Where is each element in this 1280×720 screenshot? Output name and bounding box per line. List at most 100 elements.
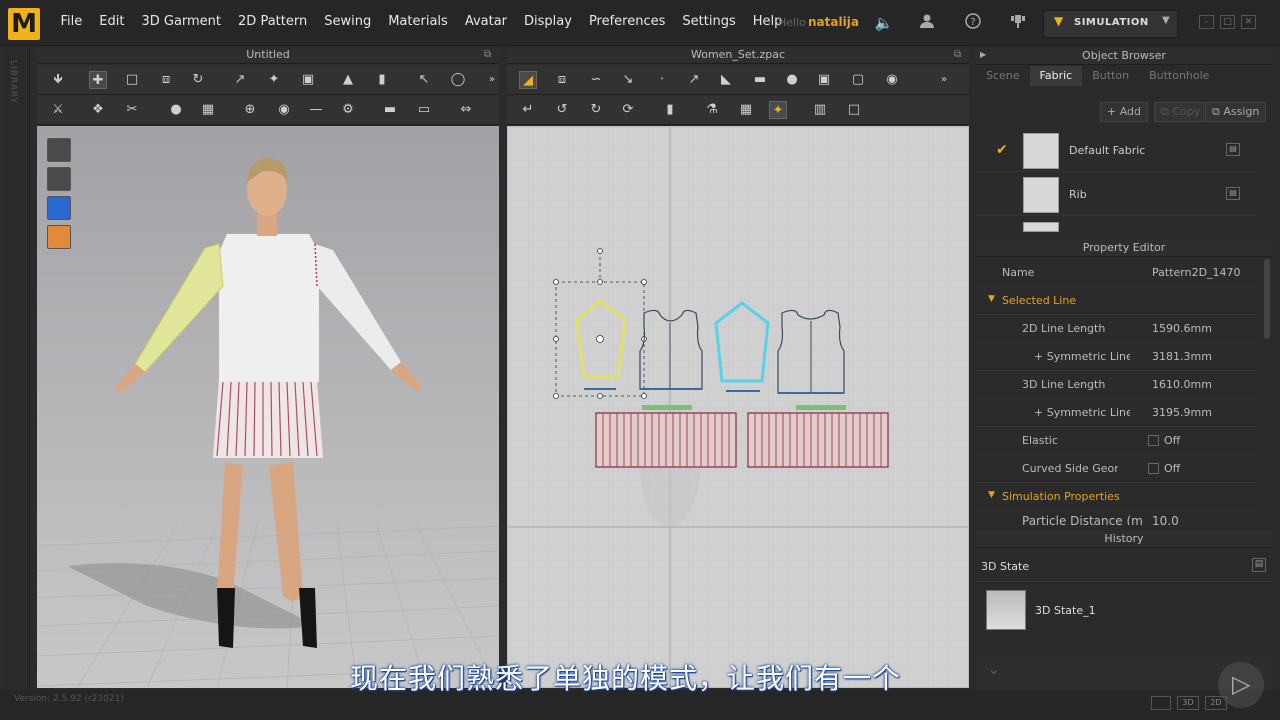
layout-single-icon[interactable] xyxy=(1151,696,1171,710)
arrows-icon[interactable]: ⇔ xyxy=(457,101,475,119)
edit-pattern-icon[interactable]: ⧈ xyxy=(553,71,571,89)
scrollbar[interactable] xyxy=(1264,259,1270,339)
add-point-icon[interactable]: ↘ xyxy=(619,71,637,89)
property-value[interactable]: 1590.6mm xyxy=(1152,322,1212,335)
elastic-checkbox[interactable] xyxy=(1148,435,1159,446)
user-icon[interactable] xyxy=(917,13,937,33)
help-icon[interactable]: ? xyxy=(963,13,983,33)
viewport-2d[interactable] xyxy=(507,126,969,688)
tab-fabric[interactable]: Fabric xyxy=(1029,66,1083,86)
more-icon[interactable]: » xyxy=(483,71,501,89)
edit-curve-icon[interactable]: ∽ xyxy=(587,71,605,89)
add-button[interactable]: + Add xyxy=(1100,102,1149,122)
curve-point-icon[interactable]: ⋅ xyxy=(653,71,671,89)
avatar-pose-icon[interactable]: ⚔ xyxy=(49,101,67,119)
save-state-icon[interactable]: ▤ xyxy=(1252,558,1266,572)
segment-sewing-icon[interactable]: ⚗ xyxy=(703,101,721,119)
view-3d-icon[interactable]: 3D xyxy=(1177,696,1199,710)
offset-icon[interactable]: ↻ xyxy=(587,101,605,119)
move-down-icon[interactable]: 🡻 xyxy=(49,71,67,89)
menu-2d-pattern[interactable]: 2D Pattern xyxy=(230,14,316,29)
close-icon[interactable]: ✕ xyxy=(1241,15,1256,29)
menu-preferences[interactable]: Preferences xyxy=(580,14,673,29)
pattern-icon[interactable]: ▦ xyxy=(199,101,217,119)
library-strip[interactable] xyxy=(5,48,30,688)
menu-avatar[interactable]: Avatar xyxy=(456,14,515,29)
fabric-item[interactable]: Rib ▤ xyxy=(976,174,1256,216)
mannequin-icon[interactable] xyxy=(1008,13,1028,33)
minimize-icon[interactable]: – xyxy=(1199,15,1214,29)
circle-measure-icon[interactable]: ◯ xyxy=(449,71,467,89)
rectangle-icon[interactable]: ▬ xyxy=(751,71,769,89)
graphic-icon[interactable]: □ xyxy=(845,101,863,119)
tab-scene[interactable]: Scene xyxy=(976,66,1030,86)
curved-side-checkbox[interactable] xyxy=(1148,463,1159,474)
app-logo[interactable]: M xyxy=(8,8,40,40)
dart-icon[interactable]: ↵ xyxy=(519,101,537,119)
avatar-visibility-icon[interactable] xyxy=(47,167,71,191)
fold-icon[interactable]: ↻ xyxy=(189,71,207,89)
section-simulation-properties[interactable]: ▼ Simulation Properties xyxy=(976,483,1256,511)
speaker-icon[interactable]: 🔈 xyxy=(874,13,894,33)
transform-pattern-icon[interactable]: ◢ xyxy=(519,71,537,89)
select-move-icon[interactable]: ✚ xyxy=(89,71,107,89)
menu-sewing[interactable]: Sewing xyxy=(316,14,380,29)
expand-icon[interactable]: ▶ xyxy=(980,50,986,59)
section-selected-line[interactable]: ▼ Selected Line xyxy=(976,287,1256,315)
fabric-icon[interactable]: ▭ xyxy=(415,101,433,119)
pin-icon[interactable]: ↗ xyxy=(231,71,249,89)
polygon-icon[interactable]: ◣ xyxy=(717,71,735,89)
ease-icon[interactable]: ⟳ xyxy=(619,101,637,119)
maximize-icon[interactable]: ⧉ xyxy=(484,49,491,60)
curvature-icon[interactable]: ↗ xyxy=(685,71,703,89)
internal-circle-icon[interactable]: ◉ xyxy=(883,71,901,89)
garment-icon[interactable]: ▣ xyxy=(299,71,317,89)
fold-arrange-icon[interactable]: ▮ xyxy=(661,101,679,119)
internal-rectangle-icon[interactable]: ▢ xyxy=(849,71,867,89)
more-icon[interactable]: » xyxy=(935,71,953,89)
chevron-down-icon[interactable]: ▼ xyxy=(1162,15,1170,26)
menu-edit[interactable]: Edit xyxy=(91,14,133,29)
tape-icon[interactable]: ▬ xyxy=(381,101,399,119)
fabric-item[interactable]: ✔ Default Fabric ▤ xyxy=(976,130,1256,172)
menu-file[interactable]: File xyxy=(52,14,91,29)
arrange-icon[interactable]: ▲ xyxy=(339,71,357,89)
maximize-icon[interactable]: ⧉ xyxy=(954,49,961,60)
measure-icon[interactable]: ↖ xyxy=(415,71,433,89)
history-item[interactable]: 3D State_1 xyxy=(976,584,1272,636)
property-value[interactable]: Pattern2D_1470 xyxy=(1152,266,1241,279)
tack-icon[interactable]: ✦ xyxy=(265,71,283,89)
viewport-3d[interactable] xyxy=(37,126,499,688)
username[interactable]: natalija xyxy=(808,15,859,29)
select-mesh-icon[interactable]: □ xyxy=(123,71,141,89)
zipper-icon[interactable]: ⚙ xyxy=(339,101,357,119)
tab-buttonhole[interactable]: Buttonhole xyxy=(1139,66,1219,86)
skin-display-icon[interactable] xyxy=(47,225,71,249)
menu-materials[interactable]: Materials xyxy=(380,14,457,29)
assign-button[interactable]: ⧉ Assign xyxy=(1205,102,1267,122)
garment-visibility-icon[interactable] xyxy=(47,138,71,162)
free-sewing-icon[interactable]: ▦ xyxy=(737,101,755,119)
fabric-options-icon[interactable]: ▤ xyxy=(1226,143,1240,156)
menu-display[interactable]: Display xyxy=(516,14,581,29)
fabric-display-icon[interactable] xyxy=(47,196,71,220)
line-icon[interactable]: — xyxy=(307,101,325,119)
ruler-icon[interactable]: ▮ xyxy=(373,71,391,89)
fabric-options-icon[interactable]: ▤ xyxy=(1226,187,1240,200)
restore-icon[interactable]: □ xyxy=(1220,15,1235,29)
scissors-icon[interactable]: ✂ xyxy=(123,101,141,119)
tab-button[interactable]: Button xyxy=(1082,66,1139,86)
brush-icon[interactable]: ❖ xyxy=(89,101,107,119)
transform-icon[interactable]: ⧈ xyxy=(157,71,175,89)
circle-icon[interactable]: ● xyxy=(783,71,801,89)
button-icon[interactable]: ⊕ xyxy=(241,101,259,119)
chevron-down-icon[interactable]: ⌄ xyxy=(988,662,1000,678)
texture-icon[interactable]: ▥ xyxy=(811,101,829,119)
copy-button[interactable]: ⧉ Copy xyxy=(1154,102,1208,122)
menu-settings[interactable]: Settings xyxy=(674,14,744,29)
buttonhole-icon[interactable]: ◉ xyxy=(275,101,293,119)
trace-icon[interactable]: ↺ xyxy=(553,101,571,119)
edit-sewing-icon[interactable]: ✦ xyxy=(769,101,787,119)
menu-3d-garment[interactable]: 3D Garment xyxy=(133,14,230,29)
avatar-measure-icon[interactable]: ● xyxy=(167,101,185,119)
